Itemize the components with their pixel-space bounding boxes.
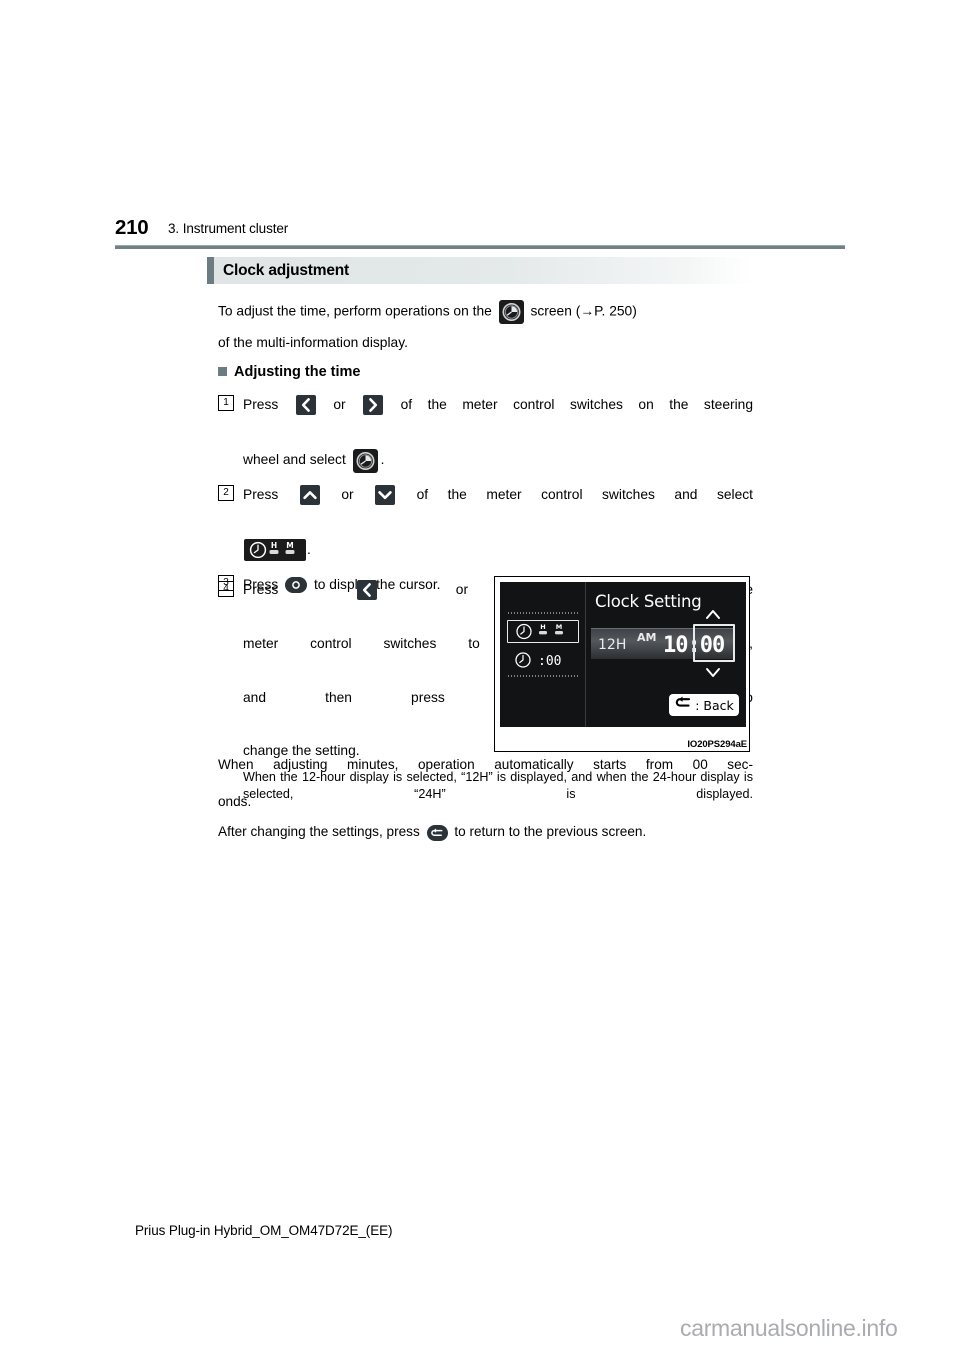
bullet-square-icon	[218, 367, 227, 377]
divider-top	[508, 612, 578, 614]
step-text: or	[333, 397, 346, 412]
step-text: .	[307, 541, 311, 557]
back-button-label: : Back	[695, 697, 734, 713]
chevron-left-icon	[295, 395, 316, 416]
step-body: Press or of the meter control switches a…	[243, 481, 753, 564]
divider-bottom	[508, 675, 578, 677]
chevron-up-icon[interactable]	[705, 607, 721, 625]
chevron-down-icon	[375, 485, 396, 506]
clock-hm-icon: H M	[244, 539, 306, 562]
section-title-bar: Clock adjustment	[207, 257, 752, 284]
step-2-line-2: H M .	[243, 536, 753, 564]
ampm-label: AM	[637, 631, 657, 644]
step-text: wheel and select	[243, 452, 346, 468]
intro-text-b: screen (	[530, 303, 581, 319]
svg-text:H: H	[271, 541, 277, 550]
figure-title: Clock Setting	[595, 592, 702, 611]
hour-mode-label: 12H	[598, 637, 627, 653]
subheading-label: Adjusting the time	[234, 363, 361, 380]
step-text: .	[380, 452, 385, 468]
step-text: of the meter control switches on the ste…	[400, 397, 754, 412]
watermark: carmanualsonline.info	[680, 1315, 898, 1341]
step-text: and then press	[243, 689, 445, 705]
chevron-down-icon[interactable]	[705, 666, 721, 684]
svg-text:M: M	[286, 541, 293, 550]
minutes-cursor-highlight	[693, 624, 735, 662]
step-2-line-1: Press or of the meter control switches a…	[243, 481, 753, 536]
step-number: 1	[218, 395, 234, 411]
step-text: or	[455, 582, 469, 597]
step-2: 2 Press or of the meter control switches…	[218, 481, 753, 564]
tail-paragraph-1-cont: onds.	[218, 793, 252, 809]
chevron-right-icon	[363, 395, 384, 416]
intro-line-1: To adjust the time, perform operations o…	[218, 300, 753, 324]
footer-document-id: Prius Plug-in Hybrid_OM_OM47D72E_(EE)	[135, 1223, 393, 1238]
intro-text-a: To adjust the time, perform operations o…	[218, 303, 492, 319]
chevron-up-icon	[299, 485, 320, 506]
menu-item-clock-hm-selected[interactable]: H M	[507, 620, 579, 643]
figure-clock-setting: H M :00 Clock Setting 12H AM 10:00: Bac…	[494, 576, 750, 752]
step-text: of the meter control switches and select	[416, 486, 753, 502]
step-text: or	[341, 486, 354, 502]
step-text: Press	[243, 582, 279, 597]
subheading-adjusting-the-time: Adjusting the time	[218, 361, 753, 383]
intro-page-ref: →P. 250)	[580, 303, 637, 319]
step-text: Press	[243, 397, 279, 412]
clock-screen-icon	[352, 448, 378, 473]
return-arrow-icon	[426, 824, 448, 841]
back-button[interactable]: : Back	[669, 694, 739, 716]
body-content: To adjust the time, perform operations o…	[218, 300, 753, 605]
figure-menu-panel: H M :00	[500, 582, 586, 727]
return-arrow-icon	[674, 696, 692, 715]
tail-paragraph-2: After changing the settings, press to re…	[218, 822, 753, 842]
menu-item-clock-seconds[interactable]: :00	[510, 650, 578, 670]
step-body: Press or of the meter control switches o…	[243, 391, 753, 474]
step-number: 2	[218, 484, 234, 501]
figure-screen: H M :00 Clock Setting 12H AM 10:00: Bac…	[500, 582, 746, 727]
clock-screen-icon	[498, 300, 524, 324]
figure-caption: IO20PS294aE	[687, 739, 747, 750]
page-header: 210 3. Instrument cluster	[115, 216, 845, 246]
section-accent-bar	[207, 257, 214, 284]
step-1-line-2: wheel and select .	[243, 446, 753, 474]
intro-line-2: of the multi-information display.	[218, 335, 408, 350]
svg-text:M: M	[556, 623, 562, 631]
svg-text:H: H	[540, 623, 545, 631]
chevron-left-icon	[357, 580, 378, 601]
step-1-line-1: Press or of the meter control switches o…	[243, 391, 753, 446]
chapter-title: 3. Instrument cluster	[168, 221, 289, 236]
step-number: 4	[218, 581, 234, 597]
tail-content: When adjusting minutes, operation automa…	[218, 756, 753, 843]
figure-settings-panel: Clock Setting 12H AM 10:00: Back	[587, 582, 746, 727]
tail-text-b: to return to the previous screen.	[454, 824, 647, 840]
step-text: Press	[243, 486, 279, 502]
step-1: 1 Press or of the meter control switches…	[218, 391, 753, 474]
header-rule	[115, 245, 845, 249]
section-title: Clock adjustment	[223, 261, 349, 279]
page-number: 210	[115, 216, 149, 239]
svg-text::00: :00	[538, 654, 561, 669]
tail-paragraph-1: When adjusting minutes, operation automa…	[218, 757, 753, 772]
tail-text-a: After changing the settings, press	[218, 824, 420, 840]
